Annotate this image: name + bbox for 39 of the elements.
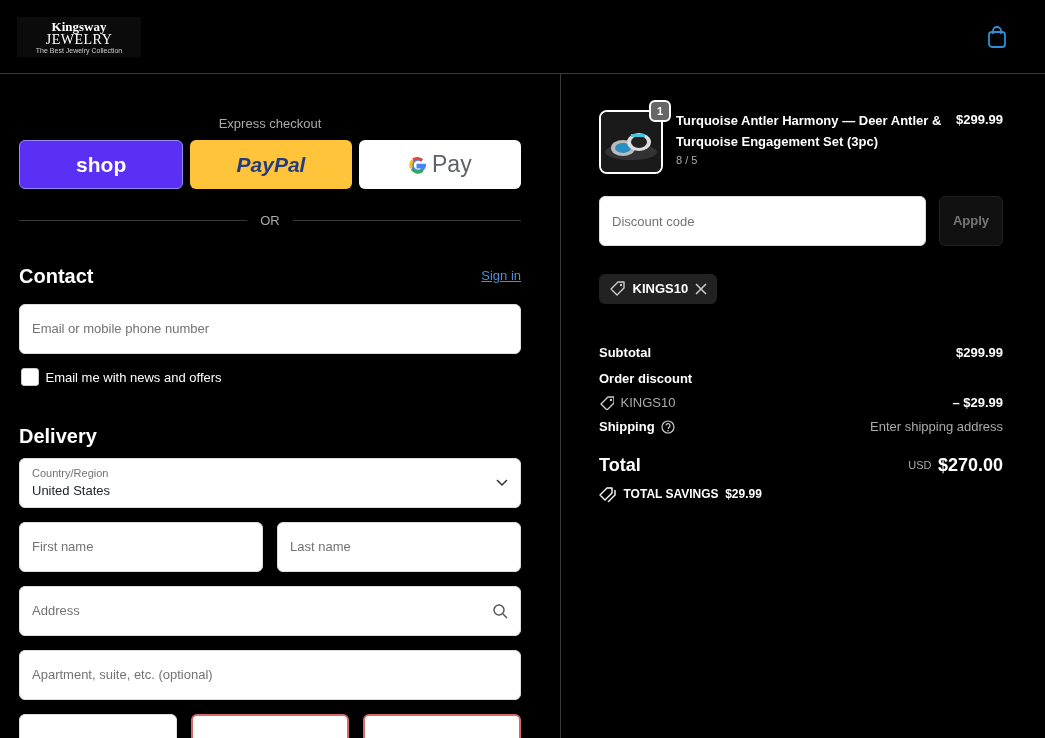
divider-label: OR xyxy=(260,212,280,230)
total-value: $270.00 xyxy=(937,453,1003,477)
tag-icon xyxy=(599,395,614,410)
savings-label: TOTAL SAVINGS xyxy=(623,486,719,503)
section-heading: Contact xyxy=(19,263,94,289)
product-price: $299.99 xyxy=(956,111,1003,129)
tags-icon xyxy=(599,486,617,502)
shop-pay-button[interactable]: shop xyxy=(19,140,184,189)
summary-value: Enter shipping address xyxy=(870,417,1003,436)
google-icon xyxy=(408,154,428,175)
product-title: Turquoise Antler Harmony — Deer Antler & Turquoise Engagement Set (3pc) xyxy=(676,112,943,151)
checkbox-label: Email me with news and offers xyxy=(45,368,222,387)
apply-button[interactable]: Apply xyxy=(939,196,1003,246)
quantity-badge: 1 xyxy=(649,100,671,122)
section-title: Express checkout xyxy=(217,115,323,133)
section-heading: Delivery xyxy=(19,424,98,449)
summary-label: Order discount xyxy=(599,369,693,388)
variant-text: 8 / 5 xyxy=(676,153,699,168)
chevron-down-icon xyxy=(496,478,508,487)
field-label: Country/Region xyxy=(32,465,110,481)
help-icon xyxy=(661,419,676,434)
summary-value: $299.99 xyxy=(956,343,1003,362)
savings-value: $29.99 xyxy=(725,486,762,503)
sign-in-link[interactable]: Sign in xyxy=(481,265,521,286)
summary-label: Shipping xyxy=(599,417,655,436)
discount-code: KINGS10 xyxy=(632,280,689,298)
checkbox[interactable] xyxy=(21,368,39,387)
discount-code: KINGS10 xyxy=(620,393,676,412)
tag-icon xyxy=(609,280,626,298)
summary-label: Subtotal xyxy=(599,343,651,362)
field-value: United States xyxy=(32,482,111,500)
google-pay-button[interactable]: Pay xyxy=(358,140,521,189)
close-icon[interactable] xyxy=(694,282,707,295)
paypal-button[interactable]: PayPal xyxy=(189,140,353,189)
currency-label: USD xyxy=(908,457,932,473)
total-label: Total xyxy=(599,453,641,477)
shopping-bag-icon[interactable] xyxy=(987,25,1007,48)
summary-value: – $29.99 xyxy=(952,393,1003,412)
country-select[interactable]: Country/Region United States xyxy=(19,457,521,508)
